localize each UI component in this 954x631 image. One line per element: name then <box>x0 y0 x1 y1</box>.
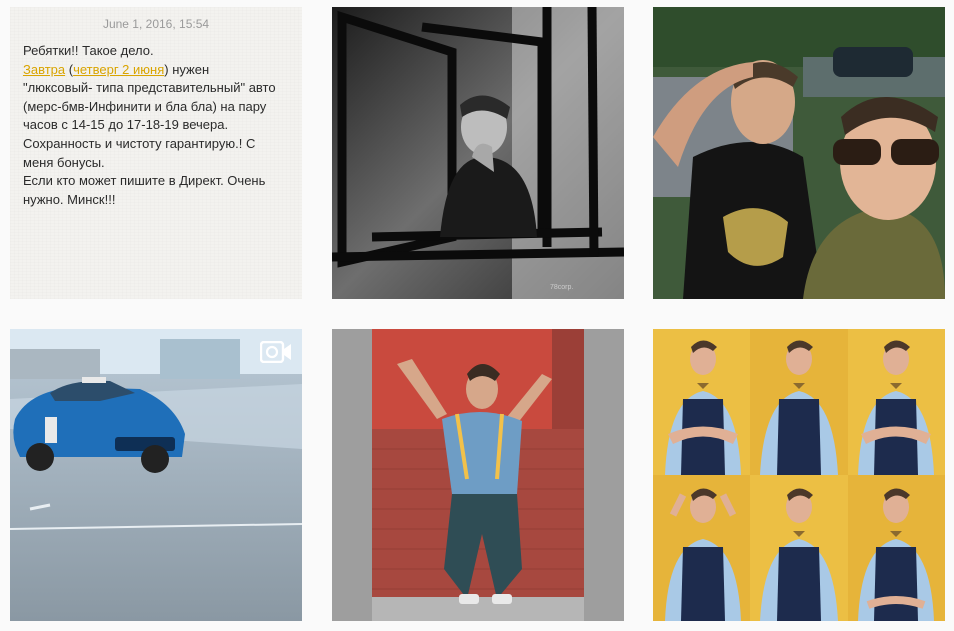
note-line: Сохранность и чистоту гарантирую.! С <box>23 135 256 151</box>
note-line: меня бонусы. <box>23 154 105 170</box>
photo-collage-yellow[interactable] <box>653 329 945 621</box>
video-bmw-drift[interactable] <box>10 329 302 621</box>
note-line: Если кто может пишите в Директ. Очень <box>23 173 266 189</box>
note-post-tile[interactable]: June 1, 2016, 15:54 Ребятки!! Такое дело… <box>10 7 302 299</box>
note-line: Ребятки!! Такое дело. <box>23 43 154 58</box>
date-link-tomorrow[interactable]: Завтра <box>23 62 65 77</box>
date-link-thursday[interactable]: четверг 2 июня <box>73 62 164 77</box>
note-line: (мерс-бмв-Инфинити и бла бла) на пару <box>23 98 267 114</box>
note-line: Завтра (четверг 2 июня) нужен <box>23 61 292 80</box>
photo-collage-image <box>653 329 945 621</box>
photo-watermark: 78corp. <box>550 284 573 291</box>
photo-selfie-two-men[interactable] <box>653 7 945 299</box>
video-thumbnail-image <box>10 329 302 621</box>
note-text: ( <box>65 61 74 77</box>
photo-grid: June 1, 2016, 15:54 Ребятки!! Такое дело… <box>0 0 954 631</box>
note-body: Ребятки!! Такое дело. Завтра (четверг 2 … <box>23 42 292 209</box>
note-text: ) нужен <box>164 61 210 77</box>
photo-selfie-image <box>653 7 945 299</box>
note-line: часов с 14-15 до 17-18-19 вечера. <box>23 117 229 133</box>
video-camera-icon <box>260 341 291 363</box>
photo-bw-portrait[interactable]: 78corp. <box>332 7 624 299</box>
note-date: June 1, 2016, 15:54 <box>102 17 210 31</box>
photo-dancer-image <box>332 329 624 621</box>
photo-bw-portrait-image: 78corp. <box>332 7 624 299</box>
note-line: "люксовый- типа представительный" авто <box>23 80 276 96</box>
note-line: нужно. Минск!!! <box>23 191 116 207</box>
photo-dancer-brick-wall[interactable] <box>332 329 624 621</box>
